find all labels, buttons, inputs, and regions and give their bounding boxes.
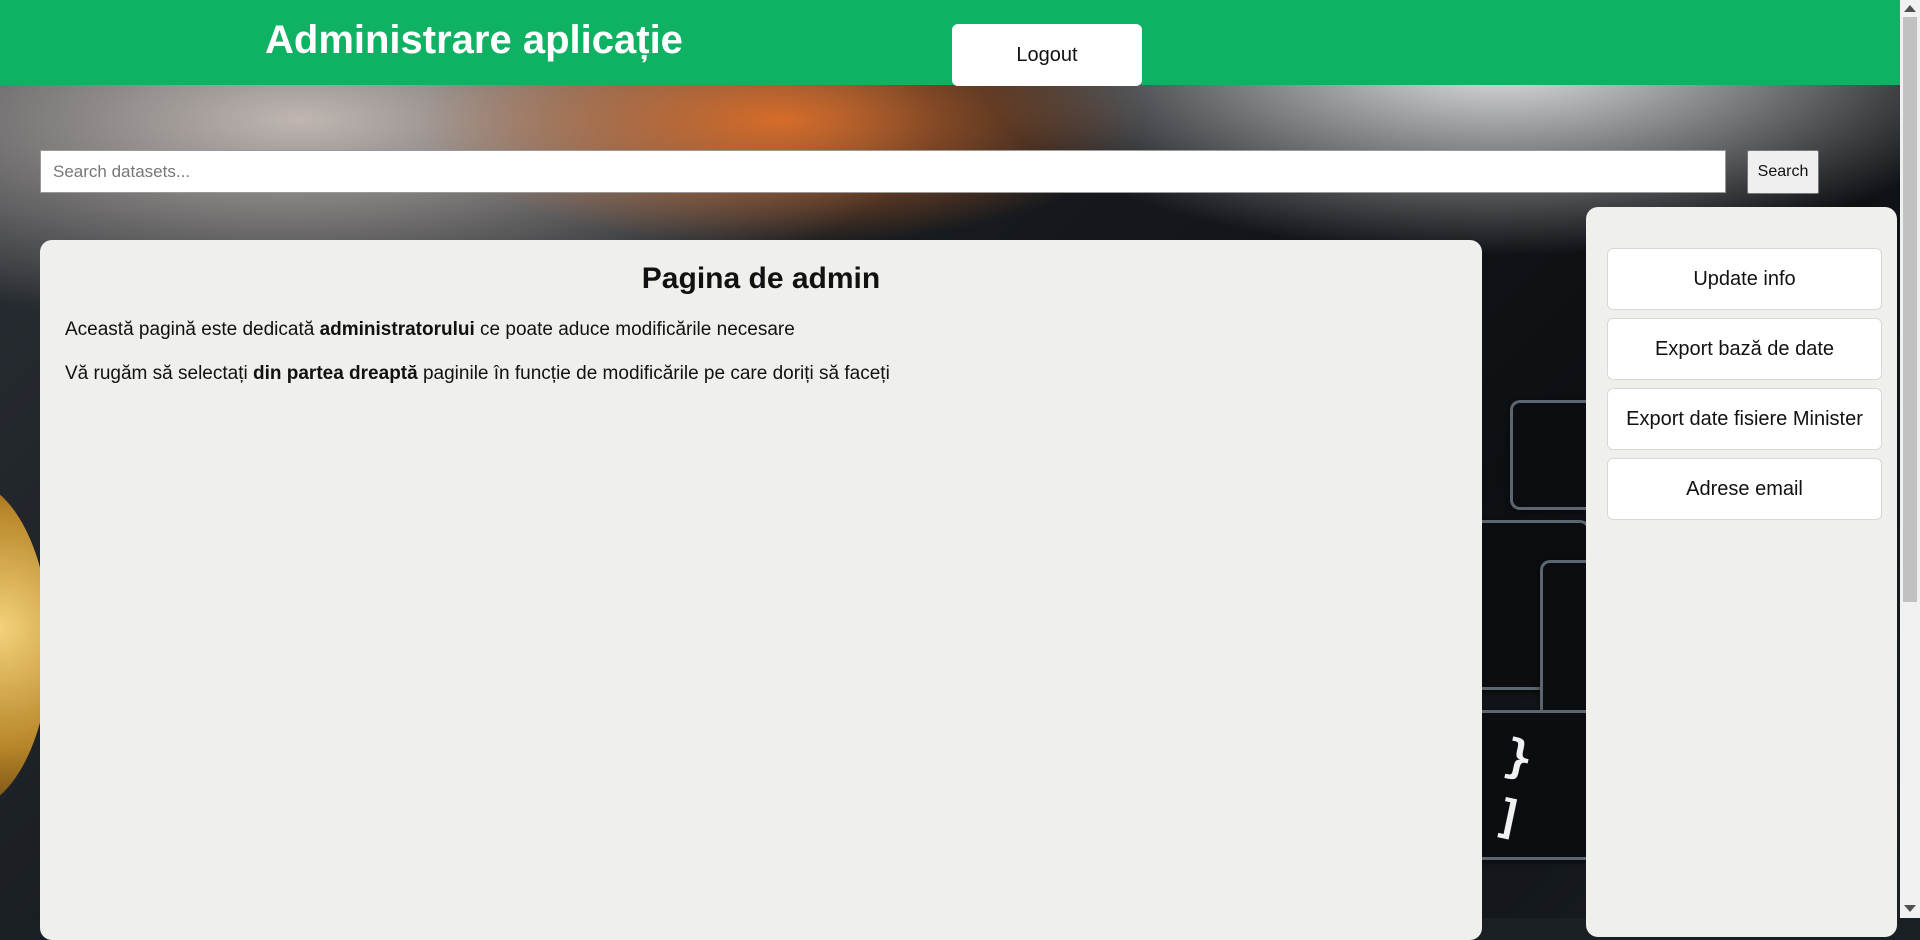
search-button[interactable]: Search (1747, 150, 1819, 194)
app-title: Administrare aplicație (265, 18, 683, 62)
intro-paragraph: Această pagină este dedicată administrat… (65, 318, 1457, 342)
admin-sidebar: Update info Export bază de date Export d… (1586, 207, 1897, 937)
scrollbar-thumb[interactable] (1903, 17, 1917, 602)
email-addresses-button[interactable]: Adrese email (1607, 458, 1882, 520)
logout-button[interactable]: Logout (952, 24, 1142, 86)
export-database-button[interactable]: Export bază de date (1607, 318, 1882, 380)
intro-text-start: Această pagină este dedicată (65, 319, 320, 340)
instruction-text-bold: din partea dreaptă (252, 363, 418, 384)
instruction-text-end: paginile în funcție de modificările pe c… (417, 363, 890, 384)
export-ministry-files-button[interactable]: Export date fisiere Minister (1607, 388, 1882, 450)
instruction-text-start: Vă rugăm să selectați (65, 363, 253, 384)
app-header: Administrare aplicație Logout (0, 0, 1900, 86)
main-content-panel: Pagina de admin Această pagină este dedi… (40, 240, 1482, 940)
intro-text-bold: administratorului (319, 319, 475, 340)
intro-text-end: ce poate aduce modificările necesare (474, 319, 795, 340)
scroll-up-arrow-icon[interactable] (1904, 5, 1916, 12)
instruction-paragraph: Vă rugăm să selectați din partea dreaptă… (65, 362, 1457, 386)
page-title: Pagina de admin (641, 262, 881, 295)
scroll-down-arrow-icon[interactable] (1904, 905, 1916, 912)
search-input[interactable] (40, 150, 1726, 193)
update-info-button[interactable]: Update info (1607, 248, 1882, 310)
